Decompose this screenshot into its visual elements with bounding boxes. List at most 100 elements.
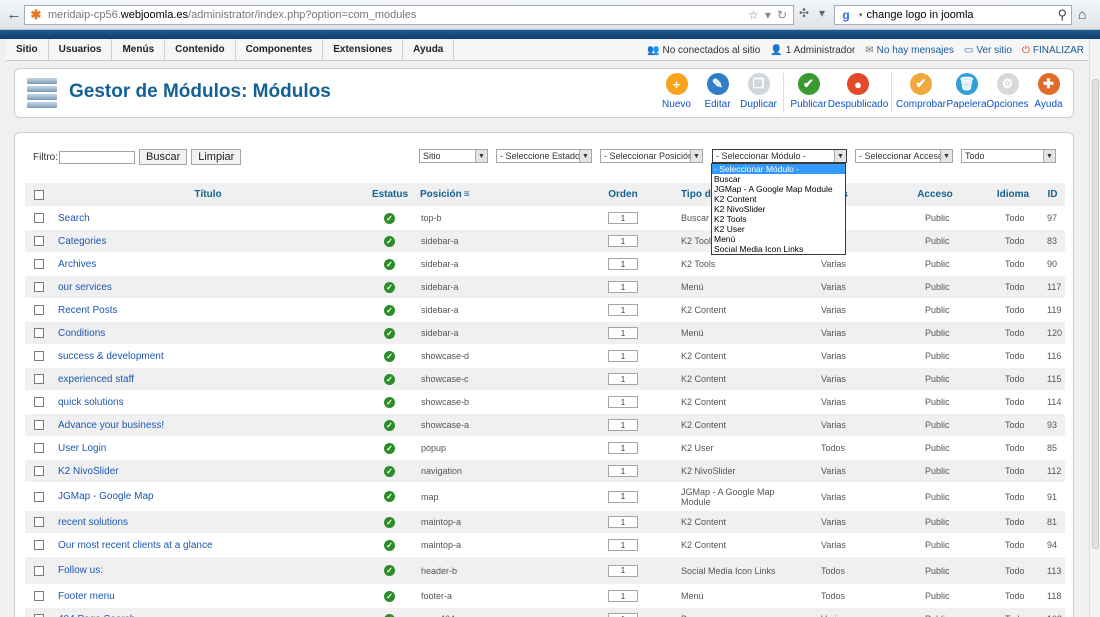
row-order-input[interactable]: 1 [608,585,638,607]
dropdown-option[interactable]: - Seleccionar Módulo - [712,164,845,174]
row-order-input[interactable]: 1 [608,230,638,252]
dropdown-arrow-icon[interactable]: ▾ [765,8,771,22]
published-check-icon[interactable]: ✓ [384,391,395,413]
row-title-link[interactable]: Advance your business! [58,414,164,436]
published-check-icon[interactable]: ✓ [384,437,395,459]
access-select[interactable]: - Seleccionar Acceso - ▼ [855,149,953,163]
row-title-link[interactable]: experienced staff [58,368,134,390]
row-checkbox[interactable] [34,414,44,436]
opciones-button[interactable]: ⚙ Opciones [986,73,1029,113]
papelera-button[interactable]: 🗑 Papelera [946,73,987,113]
dropdown-option[interactable]: Menú [712,234,845,244]
row-title-link[interactable]: Recent Posts [58,299,117,321]
published-check-icon[interactable]: ✓ [384,253,395,275]
row-title-link[interactable]: success & development [58,345,164,367]
menu-menus[interactable]: Menús [112,38,166,61]
row-order-input[interactable]: 1 [608,276,638,298]
menu-ayuda[interactable]: Ayuda [403,38,455,61]
nuevo-button[interactable]: + Nuevo [656,73,697,113]
row-checkbox[interactable] [34,322,44,344]
row-title-link[interactable]: our services [58,276,112,298]
reload-icon[interactable]: ↻ [777,8,787,22]
row-title-link[interactable]: Footer menu [58,585,115,607]
browser-search-field[interactable]: g ▾ change logo in joomla ⚲ [834,5,1072,25]
row-title-link[interactable]: K2 NivoSlider [58,460,119,482]
search-icon[interactable]: ⚲ [1057,7,1067,23]
row-title-link[interactable]: Our most recent clients at a glance [58,534,213,556]
row-order-input[interactable]: 1 [608,557,638,584]
row-checkbox[interactable] [34,460,44,482]
row-title-link[interactable]: Archives [58,253,96,275]
published-check-icon[interactable]: ✓ [384,534,395,556]
published-check-icon[interactable]: ✓ [384,557,395,584]
row-checkbox[interactable] [34,557,44,584]
row-checkbox[interactable] [34,391,44,413]
google-icon[interactable]: g [837,6,855,24]
header-access[interactable]: Acceso [895,183,975,206]
row-checkbox[interactable] [34,483,44,510]
search-button[interactable]: Buscar [139,149,188,165]
row-checkbox[interactable] [34,511,44,533]
published-check-icon[interactable]: ✓ [384,299,395,321]
header-language[interactable]: Idioma [988,183,1038,206]
header-position[interactable]: Posición ≡ [420,183,480,206]
row-order-input[interactable]: 1 [608,322,638,344]
clear-button[interactable]: Limpiar [191,149,242,165]
published-check-icon[interactable]: ✓ [384,368,395,390]
row-order-input[interactable]: 1 [608,511,638,533]
header-status[interactable]: Estatus [365,183,415,206]
row-checkbox[interactable] [34,207,44,229]
dropdown-option[interactable]: K2 Tools [712,214,845,224]
editar-button[interactable]: ✎ Editar [697,73,738,113]
row-title-link[interactable]: Follow us: [58,557,103,584]
row-order-input[interactable]: 1 [608,391,638,413]
row-order-input[interactable]: 1 [608,460,638,482]
menu-extensiones[interactable]: Extensiones [323,38,404,61]
dropdown-option[interactable]: Social Media Icon Links [712,244,845,254]
duplicar-button[interactable]: ❐ Duplicar [738,73,779,113]
row-title-link[interactable]: quick solutions [58,391,124,413]
published-check-icon[interactable]: ✓ [384,230,395,252]
row-title-link[interactable]: Conditions [58,322,105,344]
filter-input[interactable] [59,150,135,164]
menu-contenido[interactable]: Contenido [165,38,236,61]
published-check-icon[interactable]: ✓ [384,585,395,607]
dropdown-option[interactable]: JGMap - A Google Map Module [712,184,845,194]
row-order-input[interactable]: 1 [608,345,638,367]
addon-icon[interactable]: ✣ [796,6,812,20]
publicar-button[interactable]: ✔ Publicar [788,73,829,113]
row-order-input[interactable]: 1 [608,608,638,617]
view-site-link[interactable]: Ver sitio [976,45,1012,56]
row-order-input[interactable]: 1 [608,253,638,275]
row-checkbox[interactable] [34,534,44,556]
dropdown-option[interactable]: K2 NivoSlider [712,204,845,214]
row-title-link[interactable]: User Login [58,437,106,459]
page-scrollbar[interactable] [1089,39,1100,617]
position-select[interactable]: - Seleccionar Posición - ▼ [600,149,703,163]
published-check-icon[interactable]: ✓ [384,345,395,367]
back-arrow-icon[interactable]: ← [4,5,24,25]
row-title-link[interactable]: Categories [58,230,106,252]
row-order-input[interactable]: 1 [608,437,638,459]
header-title[interactable]: Título [53,183,363,206]
select-all-checkbox[interactable] [34,183,44,206]
addon-dropdown-icon[interactable]: ▾ [814,6,830,20]
row-title-link[interactable]: Search [58,207,90,229]
header-order[interactable]: Orden [573,183,673,206]
menu-usuarios[interactable]: Usuarios [49,38,113,61]
address-bar[interactable]: ✱ meridaip-cp56. webjoomla.es/administrat… [24,5,794,25]
published-check-icon[interactable]: ✓ [384,207,395,229]
published-check-icon[interactable]: ✓ [384,322,395,344]
row-title-link[interactable]: 404 Page Search [58,608,135,617]
row-checkbox[interactable] [34,253,44,275]
logout-link[interactable]: FINALIZAR [1033,45,1084,56]
row-order-input[interactable]: 1 [608,534,638,556]
row-checkbox[interactable] [34,368,44,390]
messages-link[interactable]: No hay mensajes [877,45,954,56]
bookmark-star-icon[interactable]: ☆ [748,8,759,22]
row-checkbox[interactable] [34,585,44,607]
published-check-icon[interactable]: ✓ [384,276,395,298]
comprobar-button[interactable]: ✔ Comprobar [896,73,946,113]
row-title-link[interactable]: JGMap - Google Map [58,483,154,510]
row-order-input[interactable]: 1 [608,414,638,436]
